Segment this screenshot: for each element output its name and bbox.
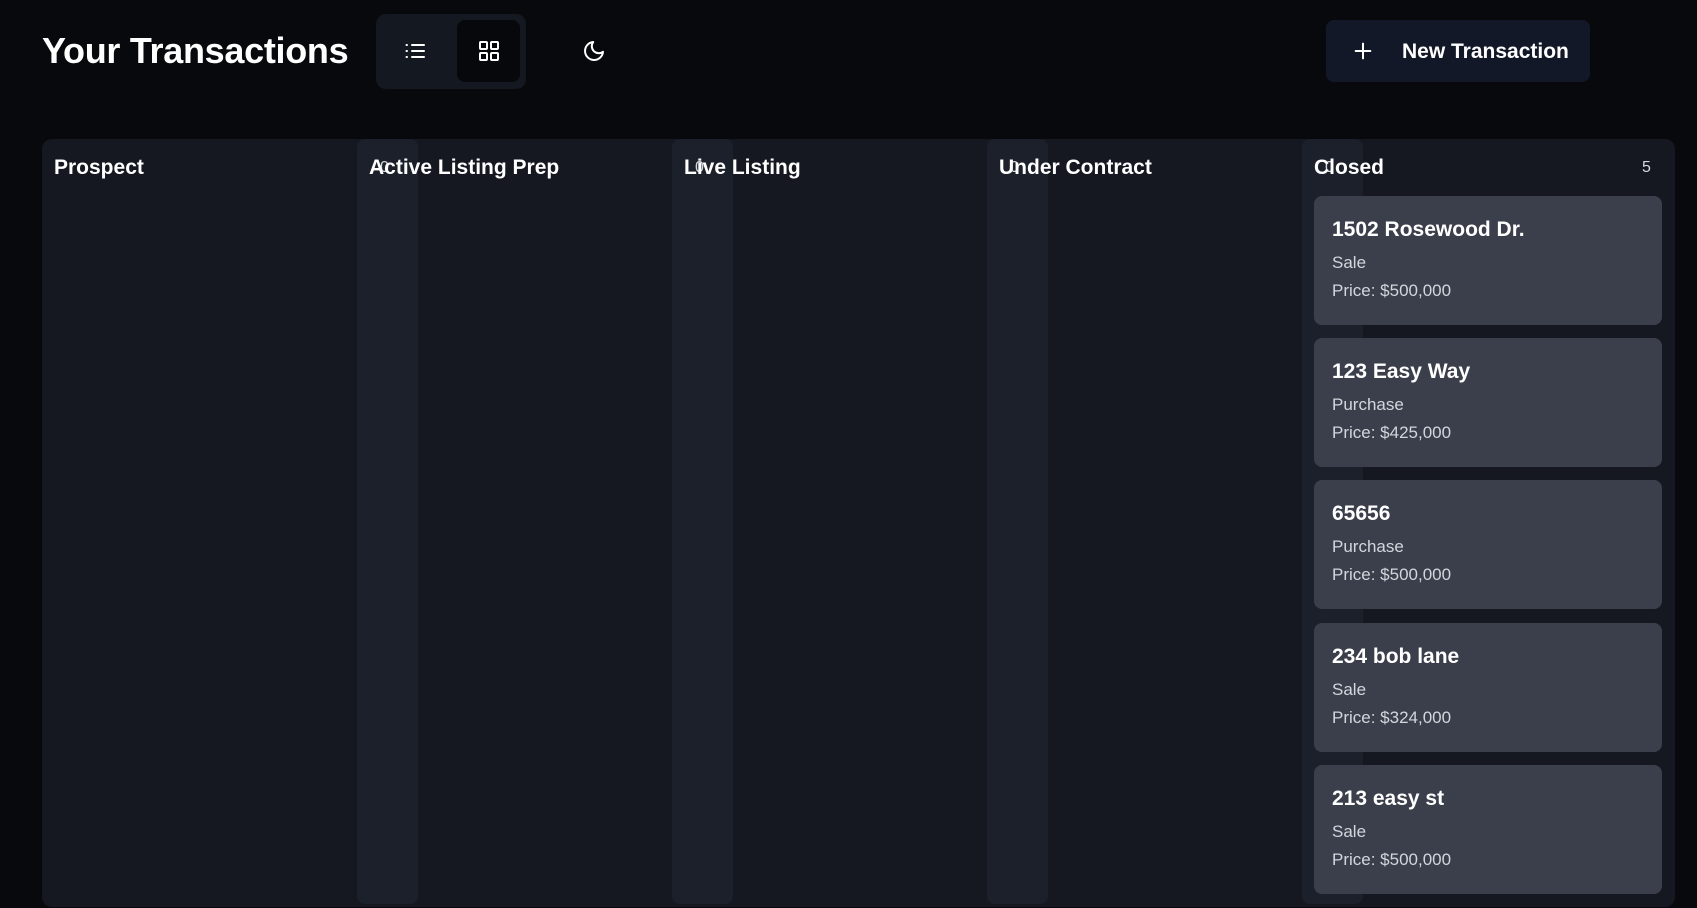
- card-address: 123 Easy Way: [1332, 360, 1471, 383]
- column-count: 5: [1642, 159, 1651, 176]
- transaction-card[interactable]: 65656 Purchase Price: $500,000: [1314, 480, 1662, 609]
- column-title: Under Contract: [999, 156, 1152, 179]
- page-title: Your Transactions: [42, 30, 349, 71]
- new-transaction-label: New Transaction: [1402, 40, 1569, 63]
- card-price: Price: $425,000: [1332, 423, 1452, 442]
- column-active-listing-prep: Active Listing Prep 0: [357, 139, 704, 907]
- kanban-board: Prospect 0 Active Listing Prep 0 Live Li…: [42, 139, 1675, 907]
- card-type: Sale: [1332, 680, 1367, 699]
- column-title: Live Listing: [684, 156, 801, 179]
- column-title: Prospect: [54, 156, 144, 179]
- column-live-listing: Live Listing 0: [672, 139, 1019, 907]
- moon-icon: [584, 41, 604, 61]
- column-under-contract: Under Contract 0: [987, 139, 1334, 907]
- card-price: Price: $500,000: [1332, 565, 1452, 584]
- grid-view-button[interactable]: [457, 20, 520, 82]
- new-transaction-button[interactable]: New Transaction: [1326, 20, 1590, 82]
- list-view-button[interactable]: [383, 20, 446, 82]
- card-address: 1502 Rosewood Dr.: [1332, 218, 1525, 241]
- theme-toggle-button[interactable]: [572, 31, 616, 71]
- card-type: Sale: [1332, 253, 1367, 272]
- card-address: 65656: [1332, 502, 1391, 525]
- transaction-card[interactable]: 1502 Rosewood Dr. Sale Price: $500,000: [1314, 196, 1662, 325]
- transaction-card[interactable]: 234 bob lane Sale Price: $324,000: [1314, 623, 1662, 752]
- grid-icon: [478, 41, 499, 61]
- card-type: Purchase: [1332, 395, 1404, 414]
- transaction-card[interactable]: 213 easy st Sale Price: $500,000: [1314, 765, 1662, 894]
- column-title: Closed: [1314, 156, 1385, 179]
- column-prospect: Prospect 0: [42, 139, 389, 907]
- card-address: 213 easy st: [1332, 787, 1445, 810]
- card-address: 234 bob lane: [1332, 645, 1460, 668]
- card-type: Purchase: [1332, 537, 1404, 556]
- transactions-page: Your Transactions New Transaction Prospe…: [0, 0, 1697, 908]
- card-price: Price: $500,000: [1332, 850, 1452, 869]
- transaction-card[interactable]: 123 Easy Way Purchase Price: $425,000: [1314, 338, 1662, 467]
- card-price: Price: $500,000: [1332, 281, 1452, 300]
- view-toggle: [376, 14, 526, 89]
- card-price: Price: $324,000: [1332, 708, 1452, 727]
- plus-icon: [1354, 42, 1372, 60]
- column-title: Active Listing Prep: [369, 156, 560, 179]
- card-type: Sale: [1332, 822, 1367, 841]
- list-icon: [405, 44, 425, 58]
